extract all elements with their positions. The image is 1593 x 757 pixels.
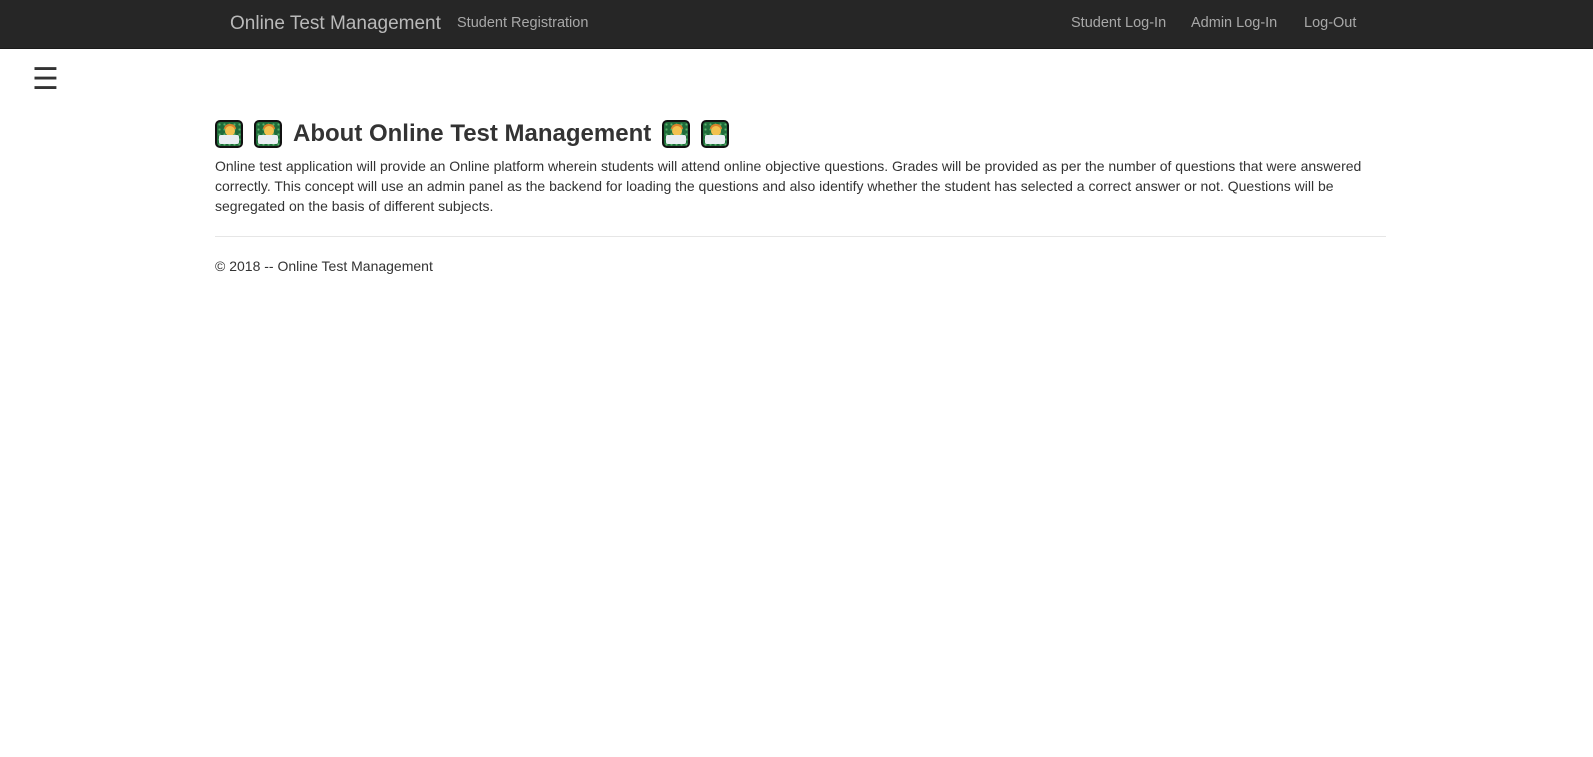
- main-content: About Online Test Management Online test…: [215, 117, 1386, 274]
- page-title-text: About Online Test Management: [293, 120, 652, 147]
- footer-divider: [215, 236, 1386, 237]
- student-laptop-icon: [215, 120, 243, 148]
- nav-student-registration[interactable]: Student Registration: [457, 15, 588, 31]
- footer-copyright: © 2018 -- Online Test Management: [215, 258, 433, 274]
- student-laptop-icon: [701, 120, 730, 148]
- top-navbar: Online Test Management Student Registrat…: [0, 0, 1593, 49]
- nav-student-login[interactable]: Student Log-In: [1071, 15, 1166, 31]
- student-laptop-icon: [662, 120, 691, 148]
- brand-link[interactable]: Online Test Management: [230, 13, 441, 35]
- hamburger-menu-icon[interactable]: ☰: [32, 65, 59, 95]
- nav-logout[interactable]: Log-Out: [1304, 15, 1356, 31]
- student-laptop-icon: [254, 120, 282, 148]
- nav-admin-login[interactable]: Admin Log-In: [1191, 15, 1277, 31]
- page-title: About Online Test Management: [215, 117, 1386, 151]
- about-description: Online test application will provide an …: [215, 158, 1362, 214]
